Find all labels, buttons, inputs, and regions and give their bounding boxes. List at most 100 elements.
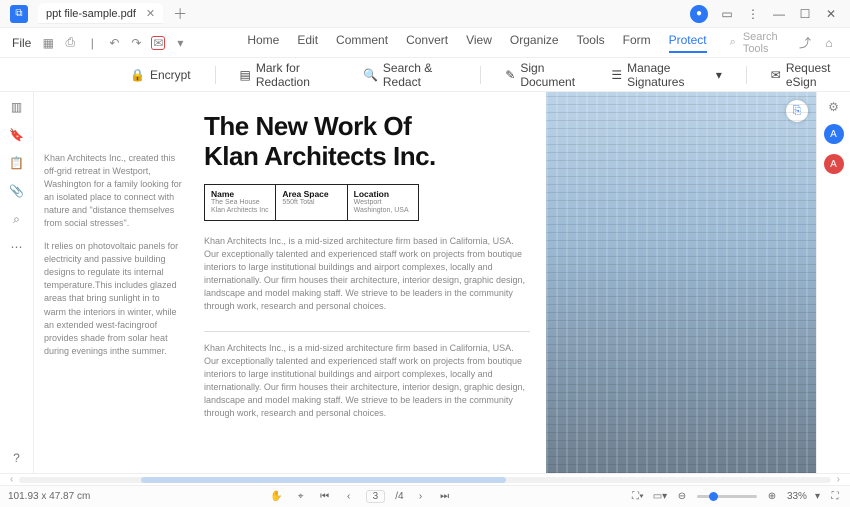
page-share-badge[interactable]: ⎘ (786, 100, 808, 122)
page-total: /4 (395, 491, 403, 502)
undo-icon[interactable]: ↶ (107, 36, 121, 50)
left-sidebar: ▥ 🔖 📋 📎 ⌕ ⋯ ? (0, 92, 34, 473)
attachment-icon[interactable]: 📎 (10, 184, 24, 198)
page-cur: 3 (373, 491, 379, 502)
page-number-input[interactable]: 3 (366, 490, 386, 503)
hand-tool-icon[interactable]: ✋ (270, 490, 284, 504)
maximize-button[interactable]: ☐ (798, 7, 812, 21)
request-label: Request eSign (786, 61, 850, 89)
sign-document-button[interactable]: ✎Sign Document (505, 61, 587, 89)
tab-edit[interactable]: Edit (297, 33, 318, 53)
meta-loc-h: Location (354, 189, 412, 199)
share-icon[interactable]: ⤴ (798, 36, 812, 50)
print-icon[interactable]: ⎙ (63, 36, 77, 50)
select-tool-icon[interactable]: ⌖ (294, 490, 308, 504)
mark-redaction-button[interactable]: ▤ Mark for Redaction (239, 61, 338, 89)
meta-area-h: Area Space (282, 189, 340, 199)
right-sidebar: ⚙ A A (816, 92, 850, 473)
scroll-left-icon[interactable]: ‹ (10, 474, 13, 485)
user-avatar-icon[interactable]: ● (690, 5, 708, 23)
zoom-out-icon[interactable]: ⊖ (675, 490, 689, 504)
meta-name-s: The Sea House Klan Architects Inc (211, 199, 269, 216)
intro-paragraph: Khan Architects Inc., created this off-g… (44, 152, 184, 230)
page-title: The New Work Of Klan Architects Inc. (204, 112, 530, 172)
search-placeholder: Search Tools (743, 31, 798, 55)
scroll-right-icon[interactable]: › (837, 474, 840, 485)
meta-name: NameThe Sea House Klan Architects Inc (205, 185, 276, 220)
help-icon[interactable]: ? (10, 451, 24, 465)
ribbon-protect: 🔒 Encrypt ▤ Mark for Redaction 🔍Search & R… (0, 58, 850, 92)
redact-icon: ▤ (239, 68, 250, 82)
horizontal-scrollbar[interactable]: ‹ › (0, 473, 850, 485)
chevron-down-icon[interactable]: ▾ (173, 36, 187, 50)
search-tools[interactable]: ⌕ Search Tools (727, 31, 798, 55)
searchredact-label: Search & Redact (383, 61, 457, 89)
mark-label: Mark for Redaction (256, 61, 339, 89)
settings-icon[interactable]: ⚙ (827, 100, 841, 114)
tab-title: ppt file-sample.pdf (46, 8, 136, 20)
next-page-icon[interactable]: › (414, 490, 428, 504)
annotate-badge-icon[interactable]: A (824, 154, 844, 174)
title-line2: Klan Architects Inc. (204, 141, 436, 171)
document-viewport[interactable]: Khan Architects Inc., created this off-g… (34, 92, 816, 473)
scroll-thumb[interactable] (141, 477, 506, 483)
title-line1: The New Work Of (204, 111, 411, 141)
scroll-track[interactable] (19, 477, 830, 483)
close-window-button[interactable]: ✕ (824, 7, 838, 21)
minimize-button[interactable]: — (772, 7, 786, 21)
save-icon[interactable]: ▦ (41, 36, 55, 50)
prev-page-icon[interactable]: ‹ (342, 490, 356, 504)
redo-icon[interactable]: ↷ (129, 36, 143, 50)
thumbnails-icon[interactable]: ▥ (10, 100, 24, 114)
clipboard-icon[interactable]: 📋 (10, 156, 24, 170)
more-icon[interactable]: ⋯ (10, 240, 24, 254)
bookmark-icon[interactable]: 🔖 (10, 128, 24, 142)
find-icon[interactable]: ⌕ (10, 212, 24, 226)
menubar: File ▦ ⎙ | ↶ ↷ ✉ ▾ Home Edit Comment Con… (0, 28, 850, 58)
app-icon: ⧉ (10, 5, 28, 23)
encrypt-label: Encrypt (150, 68, 191, 82)
first-page-icon[interactable]: ⏮ (318, 490, 332, 504)
zoom-in-icon[interactable]: ⊕ (765, 490, 779, 504)
new-tab-button[interactable]: ＋ (173, 4, 187, 24)
workspace: ▥ 🔖 📋 📎 ⌕ ⋯ ? Khan Architects Inc., crea… (0, 92, 850, 473)
lock-icon: 🔒 (130, 68, 145, 82)
tab-tools[interactable]: Tools (577, 33, 605, 53)
section-rule (204, 331, 530, 332)
zoom-slider[interactable] (697, 495, 757, 498)
email-icon[interactable]: ✉ (151, 36, 165, 50)
tab-convert[interactable]: Convert (406, 33, 448, 53)
home-icon[interactable]: ⌂ (822, 36, 836, 50)
left-paragraph-2: It relies on photovoltaic panels for ele… (44, 240, 184, 357)
last-page-icon[interactable]: ⏭ (438, 490, 452, 504)
divider (480, 66, 481, 84)
search-redact-button[interactable]: 🔍Search & Redact (363, 61, 457, 89)
statusbar: 101.93 x 47.87 cm ✋ ⌖ ⏮ ‹ 3/4 › ⏭ ⛶▾ ▭▾ … (0, 485, 850, 507)
titlebar: ⧉ ppt file-sample.pdf ✕ ＋ ● ▭ ⋮ — ☐ ✕ (0, 0, 850, 28)
kebab-menu-icon[interactable]: ⋮ (746, 7, 760, 21)
page-hero-image: ⎘ (546, 92, 816, 473)
tab-view[interactable]: View (466, 33, 492, 53)
file-menu[interactable]: File (6, 36, 37, 50)
coords-readout: 101.93 x 47.87 cm (8, 491, 90, 502)
tab-protect[interactable]: Protect (669, 33, 707, 53)
esign-icon: ✉ (771, 68, 781, 82)
tab-home[interactable]: Home (247, 33, 279, 53)
manage-signatures-button[interactable]: ☰Manage Signatures▾ (611, 61, 722, 89)
document-tab[interactable]: ppt file-sample.pdf ✕ (38, 3, 163, 24)
fullscreen-icon[interactable]: ⛶ (828, 490, 842, 504)
meta-loc-s: Westport Washington, USA (354, 199, 412, 216)
ai-badge-icon[interactable]: A (824, 124, 844, 144)
request-esign-button[interactable]: ✉ Request eSign (771, 61, 850, 89)
close-tab-icon[interactable]: ✕ (146, 7, 155, 20)
window-menu-icon[interactable]: ▭ (720, 7, 734, 21)
tab-comment[interactable]: Comment (336, 33, 388, 53)
fit-width-icon[interactable]: ⛶▾ (631, 490, 645, 504)
zoom-chevron-icon[interactable]: ▾ (815, 491, 820, 502)
meta-location: LocationWestport Washington, USA (348, 185, 418, 220)
tab-form[interactable]: Form (623, 33, 651, 53)
divider (746, 66, 747, 84)
tab-organize[interactable]: Organize (510, 33, 559, 53)
fit-page-icon[interactable]: ▭▾ (653, 490, 667, 504)
encrypt-button[interactable]: 🔒 Encrypt (130, 68, 191, 82)
